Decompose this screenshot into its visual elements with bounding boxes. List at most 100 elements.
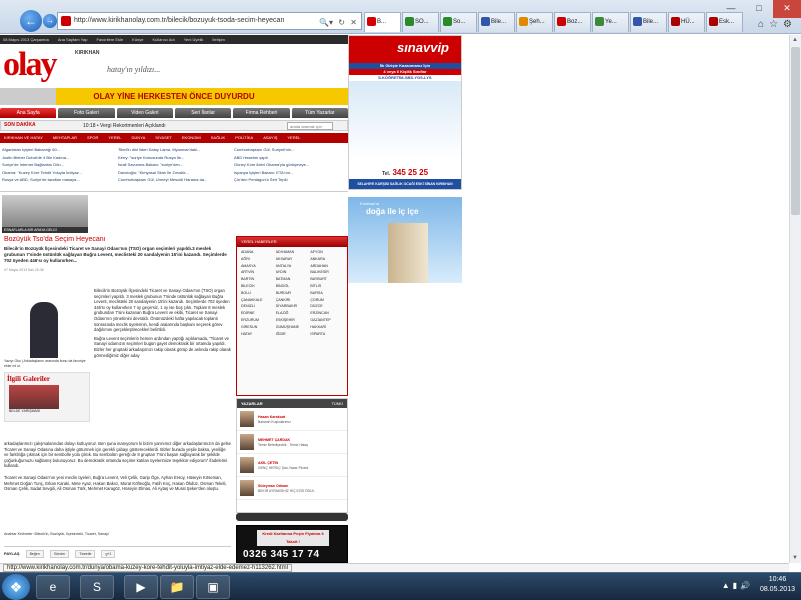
photo-thumbnail[interactable]: ESNAFLARLA BİR ARAYA GELDİ (2, 195, 88, 233)
nav-photo-gallery[interactable]: Foto Galeri (58, 108, 115, 118)
category-item[interactable]: SİYASET (155, 133, 172, 143)
category-item[interactable]: YEREL (287, 133, 300, 143)
skype-taskbar-icon[interactable]: S (80, 575, 114, 599)
category-item[interactable]: YEREL (108, 133, 121, 143)
news-link[interactable]: Davutoğlu: "Kimyasal Silah İle Zırvalık.… (118, 169, 230, 177)
city-link[interactable]: AYDIN (276, 269, 309, 276)
author-slider-controls[interactable] (236, 513, 348, 521)
city-link[interactable]: ADANA (241, 249, 274, 256)
tray-icons[interactable]: ▲▮🔊 (722, 581, 753, 590)
tab-6[interactable]: Boz... (554, 12, 591, 32)
article-image[interactable] (4, 288, 90, 358)
home-icon[interactable]: ⌂ (758, 19, 769, 30)
settings-gear-icon[interactable]: ⚙ (783, 19, 797, 30)
news-link[interactable]: Afganistan İçişleri Bakanlığı 60... (2, 146, 114, 154)
city-link[interactable]: ADIYAMAN (276, 249, 309, 256)
back-button[interactable]: ← (20, 10, 42, 32)
city-link[interactable]: BİNGÖL (276, 283, 309, 290)
city-link[interactable]: HAKKARİ (310, 324, 343, 331)
forward-button[interactable]: → (43, 14, 57, 28)
city-link[interactable]: GAZİANTEP (310, 317, 343, 324)
city-link[interactable]: BURSA (310, 290, 343, 297)
news-link[interactable]: Çin'den Pentagon'a Sert Tepki (234, 176, 346, 184)
gplus-button[interactable]: g+1 (101, 549, 116, 558)
city-link[interactable]: ERZİNCAN (310, 310, 343, 317)
author-item[interactable]: Süleyman Odman BEKİR AYRAKSİHİZ HİÇ EZİS … (237, 477, 347, 500)
city-link[interactable]: BİLECİK (241, 283, 274, 290)
city-link[interactable]: ARTVİN (241, 269, 274, 276)
search-dropdown-icon[interactable]: 🔍▾ (319, 15, 333, 29)
city-link[interactable]: BAYBURT (310, 276, 343, 283)
city-link[interactable]: AFYON (310, 249, 343, 256)
category-item[interactable]: ASAYİŞ (263, 133, 277, 143)
facebook-like-button[interactable]: Beğen (25, 549, 44, 558)
city-link[interactable]: BİTLİS (310, 283, 343, 290)
city-link[interactable]: ERZURUM (241, 317, 274, 324)
maximize-icon[interactable]: □ (745, 0, 773, 18)
news-link[interactable]: Güney Kore lideri Obama'yla görüşmeye... (234, 161, 346, 169)
category-item[interactable]: SPOR (87, 133, 98, 143)
scroll-down-icon[interactable]: ▼ (792, 555, 798, 561)
homepage-link[interactable]: Ana Sayfam Yap (58, 35, 88, 44)
nav-all-authors[interactable]: Tüm Yazarlar (291, 108, 348, 118)
news-link[interactable]: İspanya İçişleri Bakanı: ETA'nın... (234, 169, 346, 177)
city-link[interactable]: AKSARAY (276, 256, 309, 263)
city-link[interactable]: HATAY (241, 331, 274, 338)
breaking-news-item[interactable]: 10:18 • Vergi Rekortmenleri Açıklandı (83, 123, 166, 129)
folder-taskbar-icon[interactable]: 📁 (160, 575, 194, 599)
send-button[interactable]: Gönder (49, 549, 70, 558)
author-item[interactable]: MEHMET ÇARDAK Temiz Belediyecilik - Temiz… (237, 431, 347, 454)
tab-9[interactable]: HÜ... (668, 12, 705, 32)
city-link[interactable]: BOLU (241, 290, 274, 297)
nav-home[interactable]: Ana Sayfa (0, 108, 57, 118)
close-icon[interactable]: ✕ (773, 0, 801, 18)
media-player-taskbar-icon[interactable]: ▶ (124, 575, 158, 599)
register-link[interactable]: Yeni Üyelik (184, 35, 204, 44)
tab-2[interactable]: SO... (402, 12, 439, 32)
tab-3[interactable]: So... (440, 12, 477, 32)
address-bar[interactable]: http://www.kirikhanolay.com.tr/bilecik/b… (57, 12, 362, 30)
scroll-thumb[interactable] (791, 47, 800, 215)
city-link[interactable]: ANKARA (310, 256, 343, 263)
city-link[interactable]: GİRESUN (241, 324, 274, 331)
category-item[interactable]: MEHTAPLAR (53, 133, 77, 143)
tab-8[interactable]: Bile... (630, 12, 667, 32)
tweet-button[interactable]: Tweetle (75, 549, 96, 558)
site-logo[interactable]: olay KIRIKHAN (3, 48, 103, 86)
city-link[interactable]: GÜMÜŞHANE (276, 324, 309, 331)
news-link[interactable]: İsrail Savunma Bakanı: "suriye'den... (118, 161, 230, 169)
city-link[interactable]: ELAZIĞ (276, 310, 309, 317)
sinavvip-ad[interactable]: sınavvip İlk Girişte Kazanmanız İçin 4 v… (348, 35, 462, 190)
stop-icon[interactable]: ✕ (350, 15, 357, 29)
city-link[interactable]: IĞDIR (276, 331, 309, 338)
tab-1[interactable]: B... (364, 12, 401, 32)
city-link[interactable]: ÇANKIRI (276, 297, 309, 304)
category-item[interactable]: EKONOMİ (182, 133, 201, 143)
news-link[interactable]: Obama: "Kuzey Kore Tehdit Yoluyla İmtiya… (2, 169, 114, 177)
favorites-star-icon[interactable]: ☆ (769, 19, 783, 30)
nav-classifieds[interactable]: Seri İlanlar (174, 108, 232, 118)
kunye-link[interactable]: Künye (132, 35, 143, 44)
news-link[interactable]: Cumhurbaşkanı Gül, Umreyi Mescidi Harama… (118, 176, 230, 184)
author-item[interactable]: AKİL ÇETİN GENÇ HERDÇ Şan-Yasar-Pkoed (237, 454, 347, 477)
scroll-up-icon[interactable]: ▲ (792, 37, 798, 43)
doga-ad[interactable]: Kırıkhan'ın doğa ile iç içe (348, 197, 462, 283)
city-link[interactable]: AMASYA (241, 263, 274, 270)
favorites-link[interactable]: Favorilere Ekle (96, 35, 123, 44)
city-link[interactable]: EDİRNE (241, 310, 274, 317)
tab-4[interactable]: Bile... (478, 12, 515, 32)
app-taskbar-icon[interactable]: ▣ (196, 575, 230, 599)
news-link[interactable]: Suriye'de İnternet Bağlantısı Dön... (2, 161, 114, 169)
authors-all-link[interactable]: TÜMÜ (331, 399, 343, 408)
nav-video-gallery[interactable]: Video Galeri (116, 108, 173, 118)
start-button[interactable]: ❖ (2, 574, 30, 600)
news-link[interactable]: Kerry: "suriye Konusunda Rusya İle... (118, 154, 230, 162)
city-link[interactable]: AĞRI (241, 256, 274, 263)
city-link[interactable]: ÇORUM (310, 297, 343, 304)
article-tags[interactable]: Anahtar Kelimeler: Bilecik'in, Bozüyük, … (4, 532, 231, 536)
city-link[interactable]: ISPARTA (310, 331, 343, 338)
category-item[interactable]: POLİTİKA (235, 133, 253, 143)
minimize-icon[interactable]: — (717, 0, 745, 18)
author-item[interactable]: Hasan Karakoat Bahanin Kuşkularımız (237, 408, 347, 431)
city-link[interactable]: ÇANAKKALE (241, 297, 274, 304)
